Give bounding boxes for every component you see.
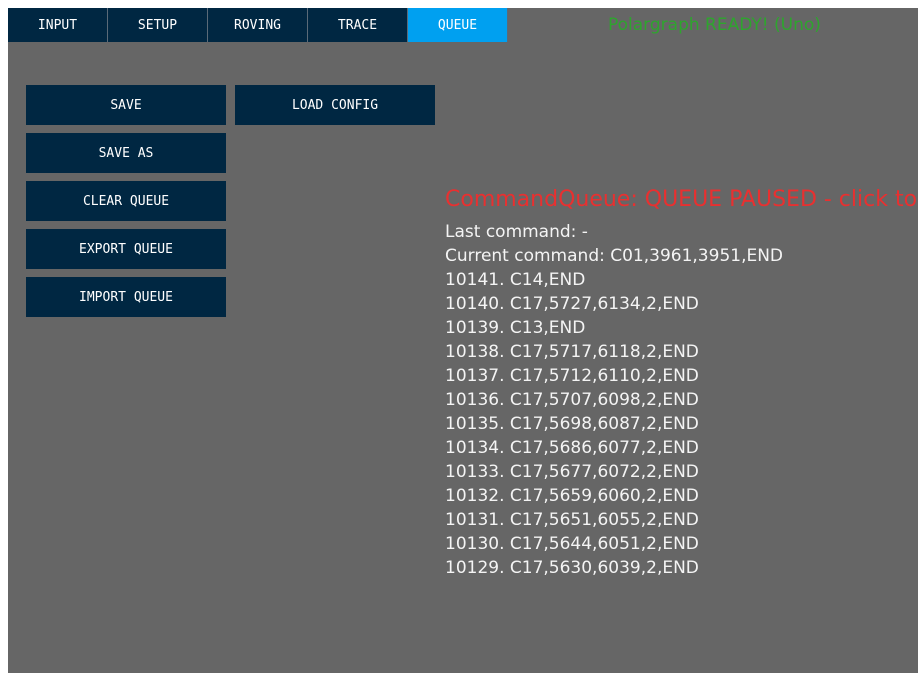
queue-item: 10141. C14,END: [445, 270, 586, 290]
clear-queue-button[interactable]: CLEAR QUEUE: [26, 181, 226, 221]
load-config-button[interactable]: LOAD CONFIG: [235, 85, 435, 125]
import-queue-button[interactable]: IMPORT QUEUE: [26, 277, 226, 317]
queue-item: 10131. C17,5651,6055,2,END: [445, 510, 699, 530]
tab-setup[interactable]: SETUP: [108, 8, 208, 42]
last-command-label: Last command: -: [445, 222, 588, 242]
save-button[interactable]: SAVE: [26, 85, 226, 125]
queue-item: 10136. C17,5707,6098,2,END: [445, 390, 699, 410]
queue-item: 10138. C17,5717,6118,2,END: [445, 342, 699, 362]
queue-item: 10129. C17,5630,6039,2,END: [445, 558, 699, 578]
queue-item: 10134. C17,5686,6077,2,END: [445, 438, 699, 458]
tab-roving[interactable]: ROVING: [208, 8, 308, 42]
queue-item: 10137. C17,5712,6110,2,END: [445, 366, 699, 386]
app-window: INPUT SETUP ROVING TRACE QUEUE Polargrap…: [8, 8, 918, 673]
tab-bar: INPUT SETUP ROVING TRACE QUEUE: [8, 8, 508, 42]
tab-trace[interactable]: TRACE: [308, 8, 408, 42]
tab-queue[interactable]: QUEUE: [408, 8, 508, 42]
queue-status-title[interactable]: CommandQueue: QUEUE PAUSED - click to st…: [445, 187, 918, 212]
queue-item: 10140. C17,5727,6134,2,END: [445, 294, 699, 314]
export-queue-button[interactable]: EXPORT QUEUE: [26, 229, 226, 269]
save-as-button[interactable]: SAVE AS: [26, 133, 226, 173]
queue-item: 10133. C17,5677,6072,2,END: [445, 462, 699, 482]
current-command-label: Current command: C01,3961,3951,END: [445, 246, 784, 266]
queue-item: 10130. C17,5644,6051,2,END: [445, 534, 699, 554]
connection-status: Polargraph READY! (Uno): [608, 15, 821, 35]
tab-input[interactable]: INPUT: [8, 8, 108, 42]
queue-item: 10132. C17,5659,6060,2,END: [445, 486, 699, 506]
queue-item: 10139. C13,END: [445, 318, 586, 338]
queue-item: 10135. C17,5698,6087,2,END: [445, 414, 699, 434]
